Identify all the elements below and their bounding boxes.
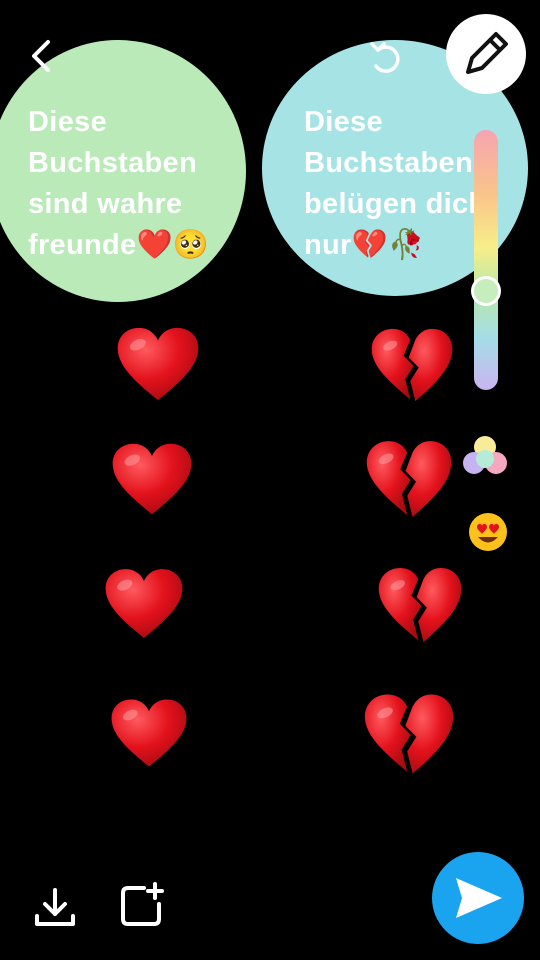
- add-story-button[interactable]: [118, 882, 166, 930]
- back-button[interactable]: [26, 38, 58, 74]
- emoji-button[interactable]: [468, 512, 508, 552]
- download-icon: [35, 888, 75, 926]
- draw-button[interactable]: [446, 14, 526, 94]
- chevron-left-icon: [32, 40, 50, 72]
- send-arrow-icon: [456, 878, 502, 918]
- heart-eyes-emoji-icon: [469, 513, 507, 551]
- broken-heart-icon: [365, 438, 453, 520]
- broken-heart-icon: [363, 692, 455, 776]
- color-slider[interactable]: [474, 130, 498, 390]
- heart-icon: [116, 325, 200, 403]
- heart-icon: [104, 566, 184, 641]
- save-button[interactable]: [32, 884, 78, 930]
- left-caption[interactable]: Diese Buchstaben sind wahre freunde❤️🥺: [28, 102, 248, 266]
- heart-icon: [110, 696, 188, 770]
- color-slider-knob[interactable]: [471, 276, 501, 306]
- color-dots-icon: [463, 436, 507, 474]
- broken-heart-icon: [370, 326, 454, 404]
- pencil-icon: [466, 32, 508, 74]
- palette-button[interactable]: [460, 432, 510, 480]
- broken-heart-icon: [377, 566, 463, 644]
- send-button[interactable]: [432, 852, 524, 944]
- undo-button[interactable]: [366, 38, 404, 76]
- undo-icon: [370, 42, 400, 73]
- heart-icon: [111, 440, 193, 518]
- add-to-story-icon: [121, 882, 164, 926]
